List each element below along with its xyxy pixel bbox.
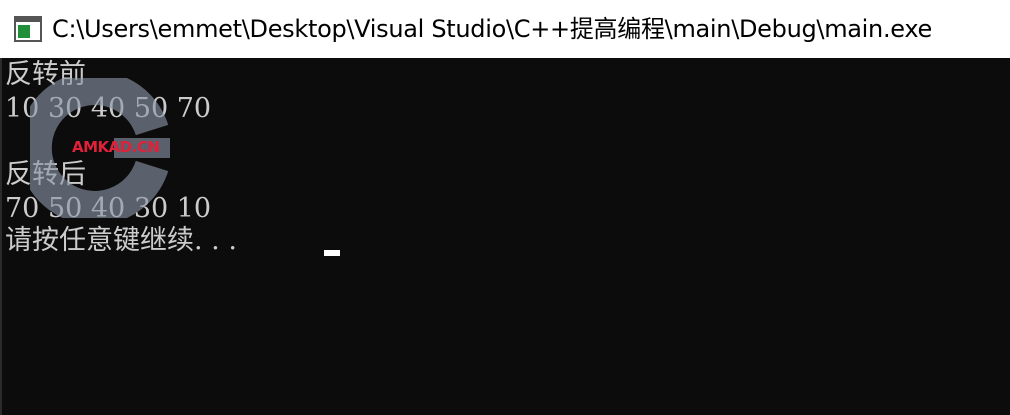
text-cursor <box>324 250 340 256</box>
console-output[interactable]: 反转前 10 30 40 50 70 反转后 70 50 40 30 10 请按… <box>0 58 1010 415</box>
console-line-after-label: 反转后 <box>5 159 86 190</box>
console-line-after-values: 70 50 40 30 10 <box>5 193 212 224</box>
console-line-before-values: 10 30 40 50 70 <box>5 93 212 124</box>
console-line-before-label: 反转前 <box>5 59 86 90</box>
watermark-text: AMKAD.CN <box>72 138 160 156</box>
console-window: C:\Users\emmet\Desktop\Visual Studio\C++… <box>0 0 1010 415</box>
console-app-icon <box>14 16 42 42</box>
title-bar[interactable]: C:\Users\emmet\Desktop\Visual Studio\C++… <box>0 0 1010 58</box>
console-line-press-any-key: 请按任意键继续. . . <box>5 225 246 256</box>
window-title: C:\Users\emmet\Desktop\Visual Studio\C++… <box>52 15 932 43</box>
